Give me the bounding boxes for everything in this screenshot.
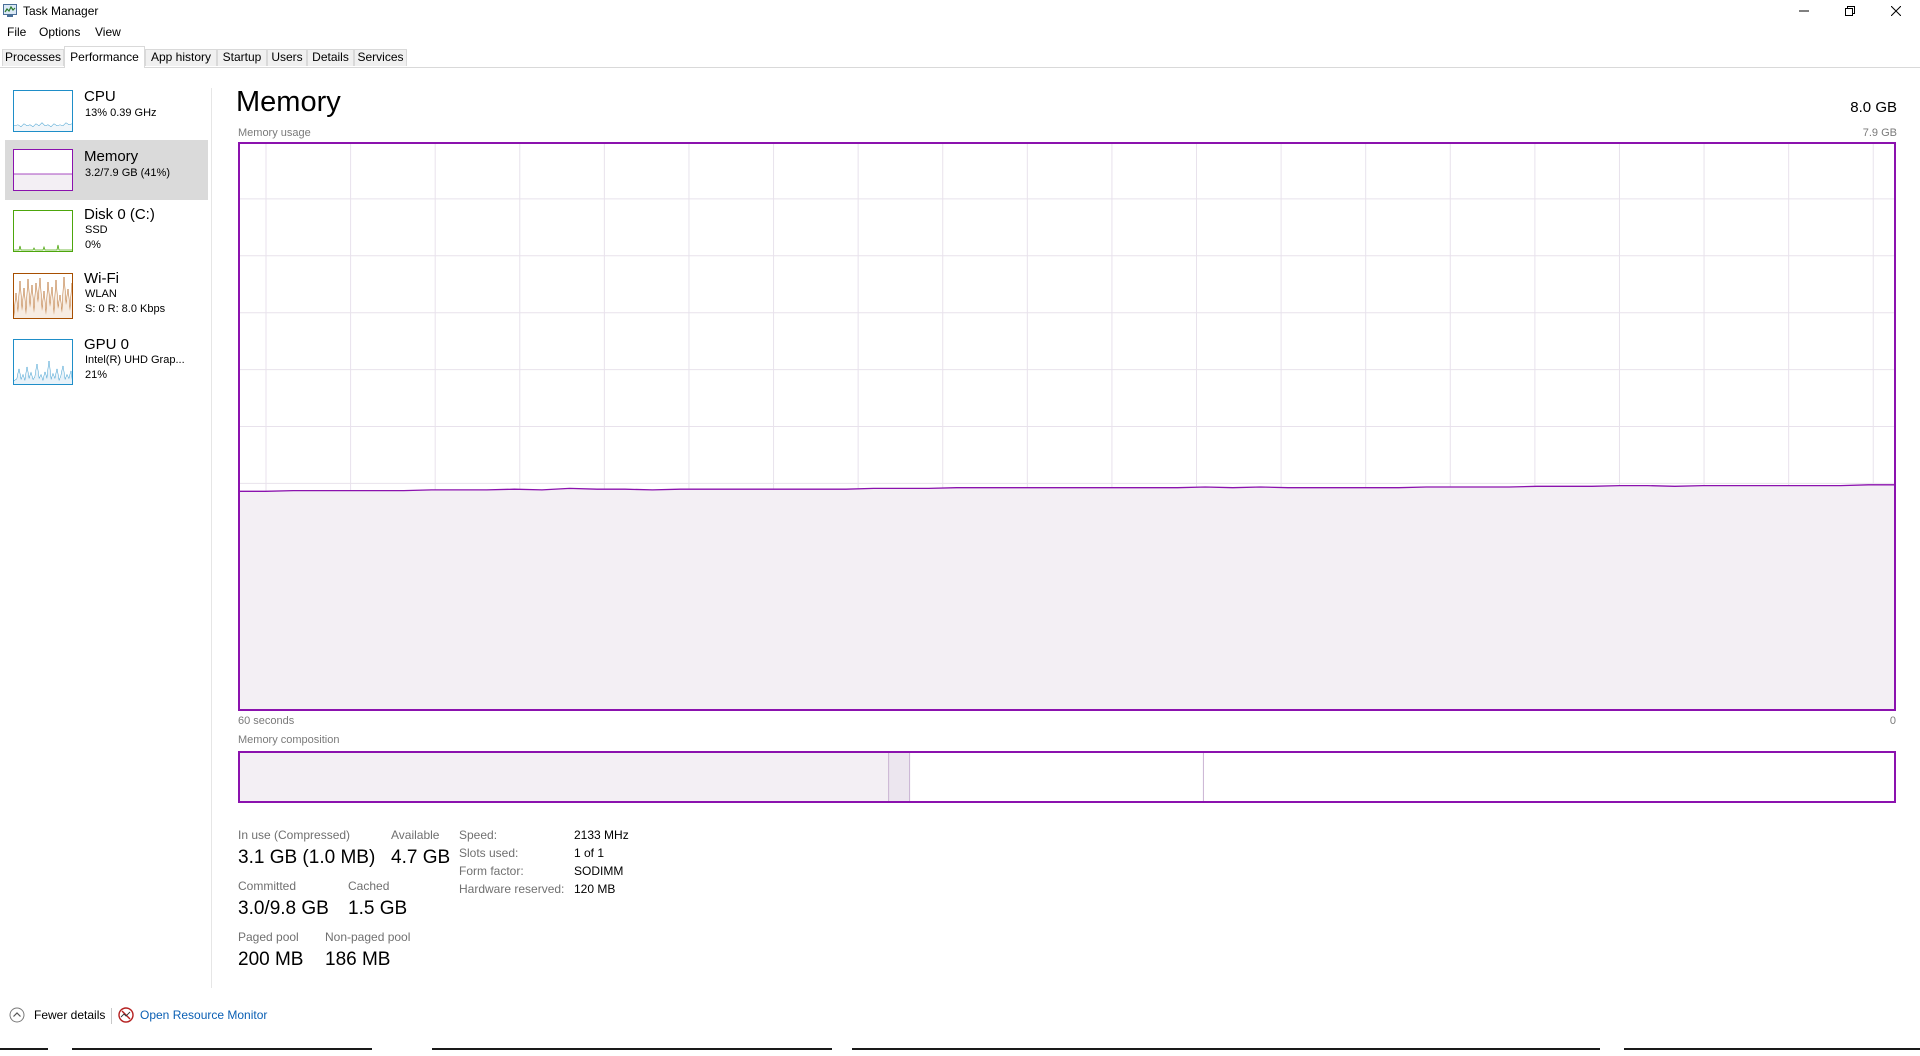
close-icon [1891, 6, 1901, 16]
cached-label: Cached [348, 879, 390, 893]
committed-value: 3.0/9.8 GB [238, 898, 329, 919]
memory-usage-label: Memory usage [238, 127, 311, 139]
sidebar-cpu-stat: 13% 0.39 GHz [85, 107, 157, 119]
available-value: 4.7 GB [391, 847, 451, 868]
spec-hardware-reserved-value: 120 MB [574, 882, 616, 896]
tab-bar: Processes Performance App history Startu… [0, 46, 1920, 68]
composition-segment [888, 751, 910, 803]
open-resource-monitor-link[interactable]: Open Resource Monitor [140, 1008, 267, 1022]
tab-services[interactable]: Services [354, 49, 407, 66]
spec-speed-value: 2133 MHz [574, 828, 629, 842]
spec-form-factor-label: Form factor: [459, 864, 524, 878]
spec-slots-value: 1 of 1 [574, 846, 605, 860]
title-bar: Task Manager [0, 0, 1920, 22]
sidebar-memory-stat: 3.2/7.9 GB (41%) [85, 167, 170, 179]
sidebar-disk-stat: 0% [85, 239, 101, 251]
chart-axis-left-label: 60 seconds [238, 715, 295, 727]
footer-divider [111, 1008, 112, 1024]
tab-details[interactable]: Details [307, 49, 354, 66]
sidebar-gpu-stat: 21% [85, 369, 108, 381]
close-button[interactable] [1873, 0, 1919, 22]
window-title: Task Manager [23, 4, 99, 18]
spec-hardware-reserved-label: Hardware reserved: [459, 882, 565, 896]
resource-monitor-icon[interactable] [118, 1007, 134, 1028]
tab-startup[interactable]: Startup [217, 49, 267, 66]
gpu-graph-thumbnail [13, 339, 73, 385]
sidebar-item-wifi[interactable]: Wi-Fi WLAN S: 0 R: 8.0 Kbps [5, 266, 208, 328]
menu-view[interactable]: View [95, 25, 121, 39]
sidebar-item-disk[interactable]: Disk 0 (C:) SSD 0% [5, 202, 208, 260]
menu-options[interactable]: Options [39, 25, 80, 39]
chevron-up-circle-icon[interactable] [9, 1007, 25, 1028]
tab-processes[interactable]: Processes [2, 49, 64, 66]
in-use-value: 3.1 GB (1.0 MB) [238, 847, 376, 868]
memory-composition-label: Memory composition [238, 734, 340, 746]
restore-icon [1845, 6, 1855, 16]
sidebar-wifi-title: Wi-Fi [84, 270, 119, 287]
composition-segment [909, 751, 1204, 803]
tab-performance[interactable]: Performance [64, 46, 145, 68]
wifi-graph-thumbnail [13, 273, 73, 319]
memory-total: 8.0 GB [1850, 99, 1897, 116]
tab-users[interactable]: Users [267, 49, 307, 66]
cached-value: 1.5 GB [348, 898, 408, 919]
memory-usage-max: 7.9 GB [1862, 127, 1897, 139]
paged-pool-value: 200 MB [238, 949, 304, 970]
sidebar-cpu-title: CPU [84, 88, 116, 105]
paged-pool-label: Paged pool [238, 930, 299, 944]
tab-app-history[interactable]: App history [145, 49, 217, 66]
available-label: Available [391, 828, 440, 842]
page-title: Memory [236, 86, 341, 118]
minimize-icon [1799, 10, 1809, 12]
sidebar-gpu-model: Intel(R) UHD Grap... [85, 354, 185, 366]
sidebar-memory-title: Memory [84, 148, 139, 165]
task-manager-icon [3, 4, 17, 17]
spec-speed-label: Speed: [459, 828, 498, 842]
sidebar-disk-title: Disk 0 (C:) [84, 206, 155, 223]
fewer-details-button[interactable]: Fewer details [34, 1008, 105, 1022]
composition-segment [238, 751, 889, 803]
spec-form-factor-value: SODIMM [574, 864, 624, 878]
memory-usage-area [238, 484, 1896, 711]
sidebar-item-cpu[interactable]: CPU 13% 0.39 GHz [5, 84, 208, 142]
sidebar-wifi-stat: S: 0 R: 8.0 Kbps [85, 303, 166, 315]
menu-file[interactable]: File [7, 25, 26, 39]
performance-sidebar: CPU 13% 0.39 GHz Memory 3.2/7.9 GB (41%)… [0, 68, 210, 983]
sidebar-item-gpu[interactable]: GPU 0 Intel(R) UHD Grap... 21% [5, 332, 208, 394]
composition-segment [1203, 751, 1896, 803]
minimize-button[interactable] [1781, 0, 1827, 22]
restore-button[interactable] [1827, 0, 1873, 22]
sidebar-disk-type: SSD [85, 224, 108, 236]
non-paged-pool-label: Non-paged pool [325, 930, 411, 944]
memory-graph-thumbnail [13, 149, 73, 191]
memory-composition-bar [238, 751, 1896, 803]
sidebar-divider [211, 88, 212, 988]
cpu-graph-thumbnail [13, 90, 73, 132]
sidebar-item-memory[interactable]: Memory 3.2/7.9 GB (41%) [5, 140, 208, 200]
sidebar-wifi-type: WLAN [85, 288, 117, 300]
committed-label: Committed [238, 879, 297, 893]
disk-graph-thumbnail [13, 210, 73, 252]
memory-usage-chart [238, 142, 1896, 711]
in-use-label: In use (Compressed) [238, 828, 351, 842]
sidebar-gpu-title: GPU 0 [84, 336, 130, 353]
spec-slots-label: Slots used: [459, 846, 519, 860]
chart-axis-right-label: 0 [1889, 715, 1896, 727]
non-paged-pool-value: 186 MB [325, 949, 391, 970]
